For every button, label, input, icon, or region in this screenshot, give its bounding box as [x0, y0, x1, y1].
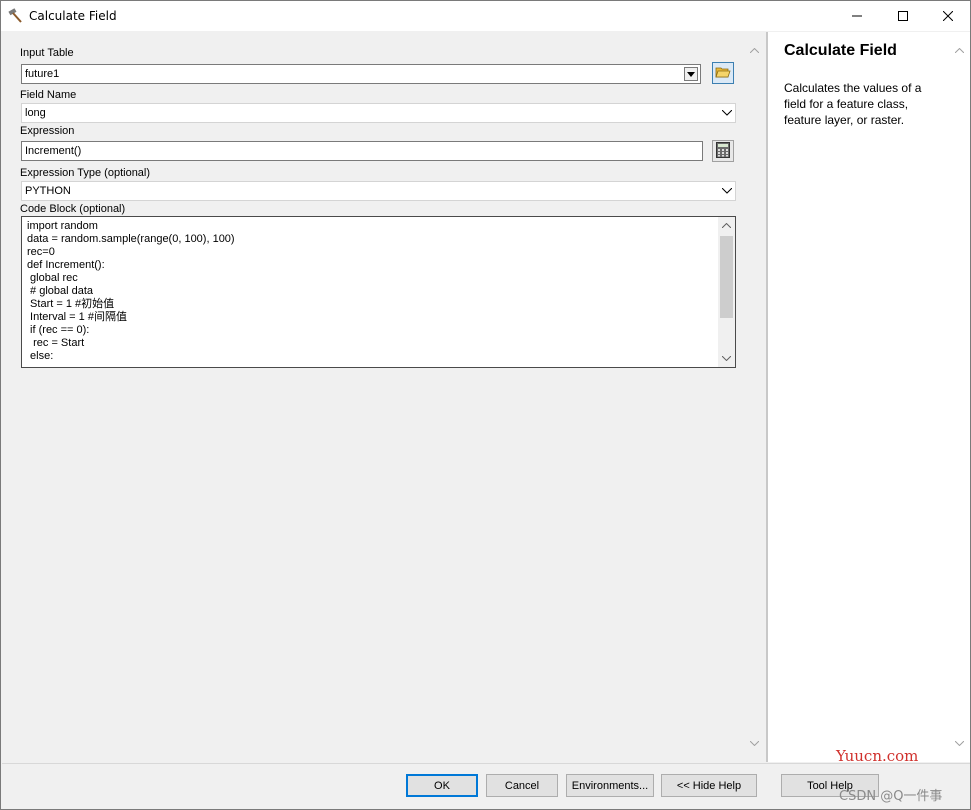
- code-line: Interval = 1 #间隔值: [27, 311, 127, 323]
- credit-watermark: CSDN @Q一件事: [839, 789, 943, 804]
- parameters-pane: Input Table future1 Field Name long Expr…: [2, 32, 766, 762]
- chevron-up-icon[interactable]: [718, 217, 735, 234]
- hammer-icon: [7, 8, 23, 24]
- hide-help-button[interactable]: << Hide Help: [661, 774, 757, 797]
- input-table-label: Input Table: [20, 47, 74, 59]
- chevron-down-icon[interactable]: [720, 105, 734, 121]
- chevron-up-icon[interactable]: [746, 42, 763, 59]
- ok-button[interactable]: OK: [406, 774, 478, 797]
- chevron-down-icon[interactable]: [951, 735, 968, 752]
- site-watermark: Yuucn.com: [836, 747, 919, 765]
- environments-button[interactable]: Environments...: [566, 774, 654, 797]
- calculate-field-window: Calculate Field Input Table future1 Fiel…: [0, 0, 971, 810]
- field-name-combobox[interactable]: long: [21, 103, 736, 123]
- minimize-button[interactable]: [834, 1, 880, 31]
- code-line: Start = 1 #初始值: [27, 298, 115, 310]
- maximize-button[interactable]: [880, 1, 926, 31]
- help-scrollbar[interactable]: [951, 42, 968, 752]
- maximize-icon: [898, 8, 908, 24]
- minimize-icon: [852, 8, 862, 24]
- parameters-scrollbar[interactable]: [746, 42, 763, 752]
- expression-label: Expression: [20, 125, 75, 137]
- input-table-value: future1: [25, 68, 60, 80]
- open-folder-icon: [715, 65, 731, 82]
- dialog-button-bar: OK Cancel Environments... << Hide Help T…: [2, 763, 970, 809]
- scrollbar-thumb[interactable]: [720, 236, 733, 318]
- code-line: rec = Start: [27, 337, 85, 349]
- code-line: import random: [27, 220, 98, 232]
- code-block-textarea[interactable]: import random data = random.sample(range(…: [21, 216, 736, 368]
- code-line: global rec: [27, 272, 78, 284]
- field-name-value: long: [25, 107, 46, 119]
- input-table-combobox[interactable]: future1: [21, 64, 701, 84]
- code-block-label: Code Block (optional): [20, 203, 126, 215]
- code-line: else:: [27, 350, 54, 362]
- close-button[interactable]: [925, 1, 971, 31]
- expression-value: Increment(): [25, 145, 82, 157]
- chevron-down-icon[interactable]: [718, 350, 735, 367]
- code-line: def Increment():: [27, 259, 105, 271]
- expression-builder-button[interactable]: [712, 140, 734, 162]
- code-line: data = random.sample(range(0, 100), 100): [27, 233, 235, 245]
- code-line: # global data: [27, 285, 94, 297]
- window-title: Calculate Field: [29, 9, 117, 23]
- help-description: Calculates the values of a field for a f…: [784, 81, 922, 127]
- chevron-up-icon[interactable]: [951, 42, 968, 59]
- code-line: rec=0: [27, 246, 55, 258]
- expression-type-value: PYTHON: [25, 185, 71, 197]
- expression-type-label: Expression Type (optional): [20, 167, 151, 179]
- expression-type-combobox[interactable]: PYTHON: [21, 181, 736, 201]
- browse-input-table-button[interactable]: [712, 62, 734, 84]
- cancel-button[interactable]: Cancel: [486, 774, 558, 797]
- title-bar: Calculate Field: [1, 1, 970, 31]
- code-block-text: import random data = random.sample(range(…: [27, 220, 235, 363]
- field-name-label: Field Name: [20, 89, 77, 101]
- chevron-down-icon[interactable]: [720, 183, 734, 199]
- code-block-scrollbar[interactable]: [718, 217, 735, 367]
- close-icon: [942, 8, 954, 24]
- help-pane: Calculate Field Calculates the values of…: [768, 32, 970, 762]
- code-line: if (rec == 0):: [27, 324, 90, 336]
- chevron-down-icon[interactable]: [746, 735, 763, 752]
- chevron-down-icon[interactable]: [684, 67, 698, 81]
- help-title: Calculate Field: [784, 42, 897, 59]
- expression-input[interactable]: Increment(): [21, 141, 703, 161]
- calculator-icon: [716, 141, 730, 161]
